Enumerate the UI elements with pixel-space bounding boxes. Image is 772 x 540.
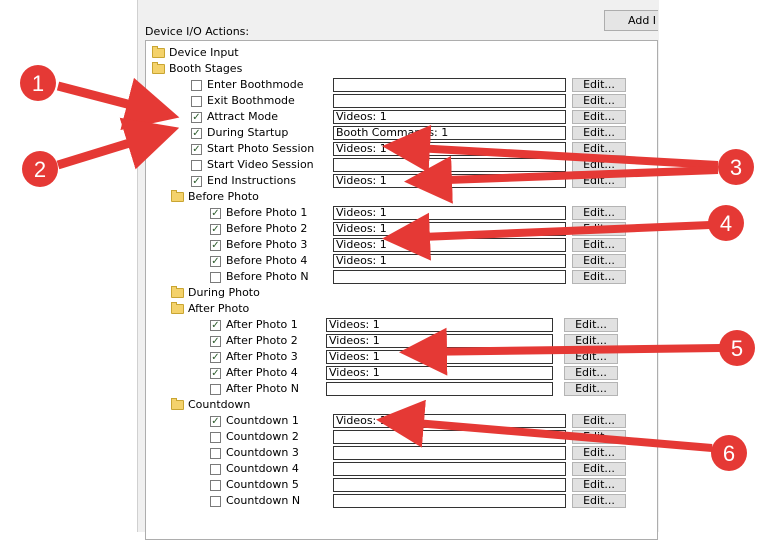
callout-2-number: 2 xyxy=(34,157,46,182)
callout-6-number: 6 xyxy=(723,441,735,466)
callout-1-number: 1 xyxy=(32,71,44,96)
callout-3-number: 3 xyxy=(730,155,742,180)
callout-3: 3 xyxy=(382,124,754,204)
annotation-overlay: 1 2 3 4 5 6 xyxy=(20,65,755,471)
callout-5-number: 5 xyxy=(731,336,743,361)
callout-1: 1 xyxy=(20,65,180,131)
callout-4: 4 xyxy=(382,205,744,261)
callout-6: 6 xyxy=(376,399,747,471)
callout-5: 5 xyxy=(399,327,755,376)
callout-2: 2 xyxy=(22,117,180,187)
callout-4-number: 4 xyxy=(720,211,732,236)
